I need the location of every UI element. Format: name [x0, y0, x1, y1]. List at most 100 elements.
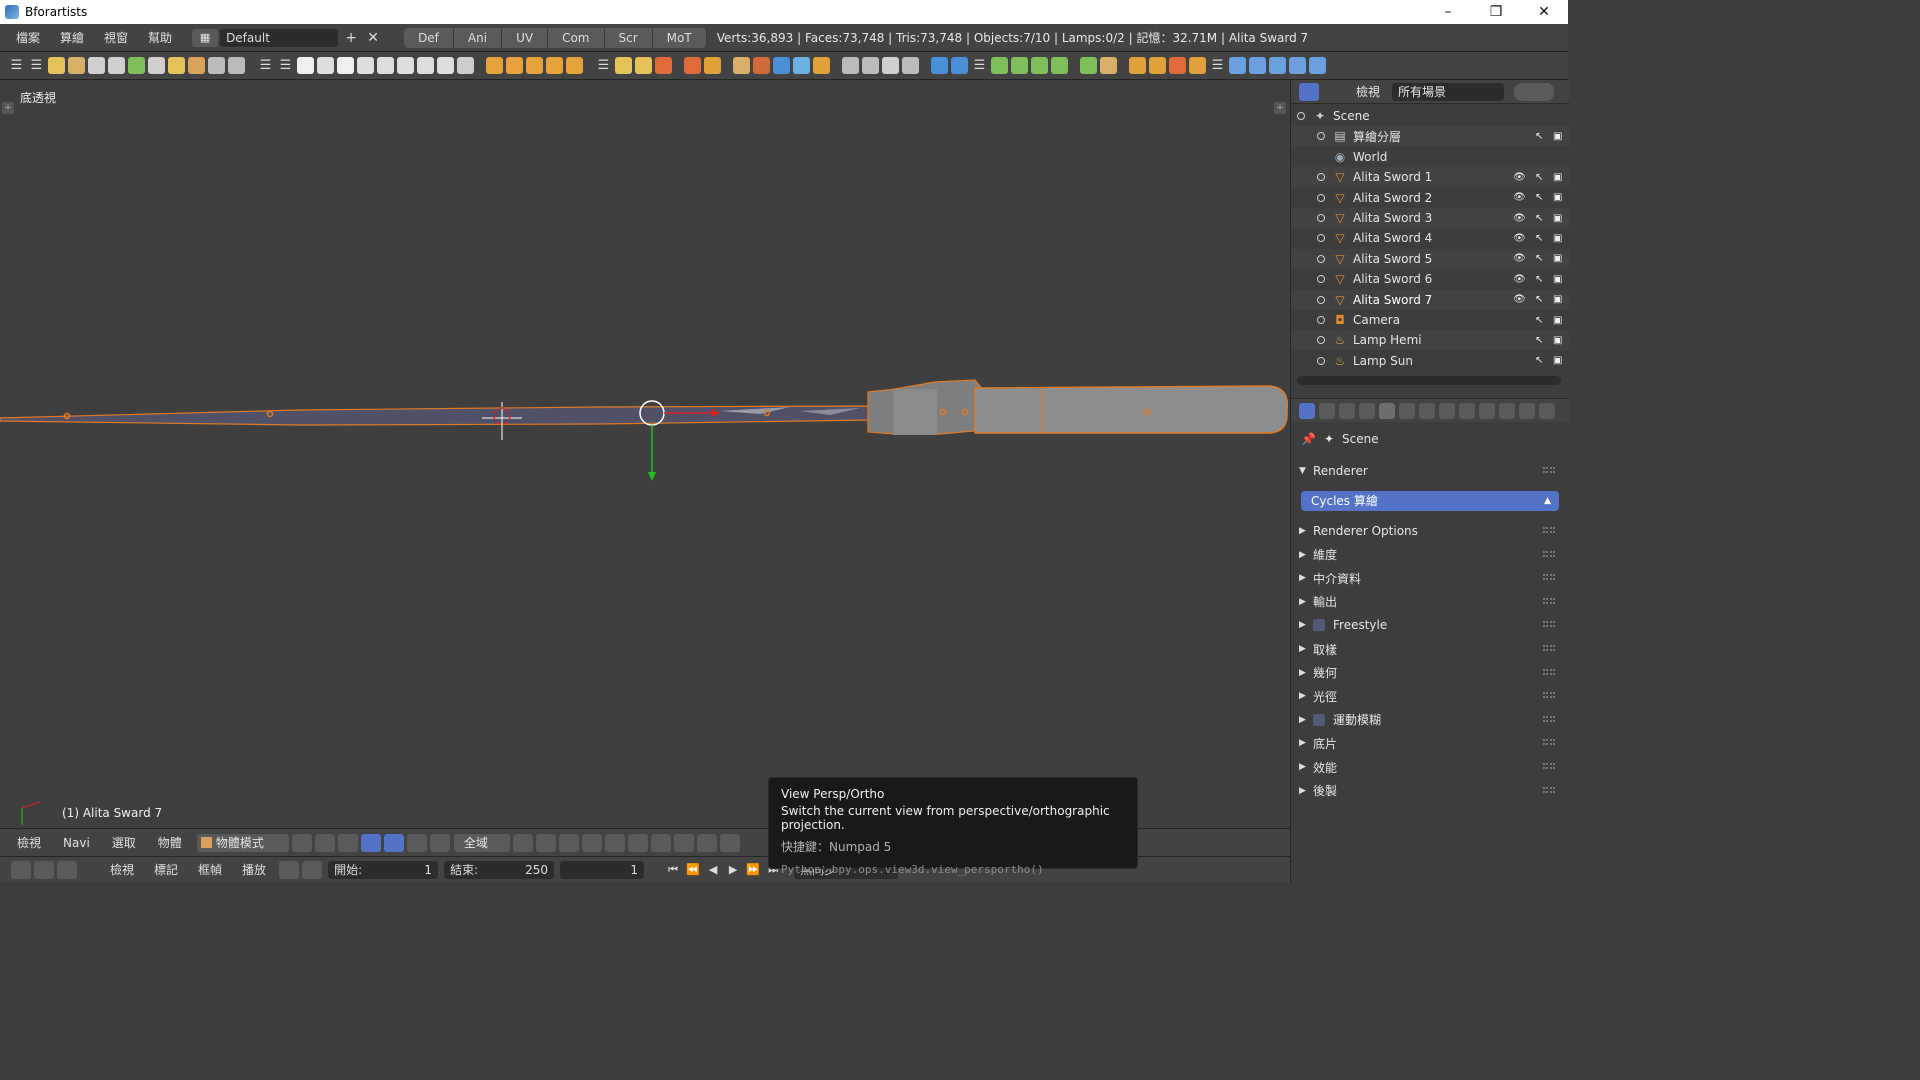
toolbar-tool-icon[interactable]	[1249, 57, 1266, 74]
drag-grip-icon[interactable]	[1543, 668, 1555, 675]
toolbar-tool-icon[interactable]	[951, 57, 968, 74]
texture-tab-icon[interactable]	[1519, 402, 1535, 419]
outliner-row[interactable]: ✦ Scene	[1291, 106, 1569, 126]
add-layout-icon[interactable]: +	[342, 29, 360, 47]
toolbar-tool-icon[interactable]	[188, 57, 205, 74]
selectability-icon[interactable]: ↖	[1535, 274, 1543, 285]
properties-editor-icon[interactable]	[1299, 402, 1315, 419]
visibility-icon[interactable]: 👁	[1513, 172, 1526, 183]
toolbar-tool-icon[interactable]	[566, 57, 583, 74]
toolbar-tool-icon[interactable]	[48, 57, 65, 74]
toolbar-tool-icon[interactable]	[842, 57, 859, 74]
tab-scr[interactable]: Scr	[604, 27, 653, 48]
menu-timeline-view[interactable]: 檢視	[100, 861, 144, 878]
menu-help[interactable]: 幫助	[138, 29, 182, 46]
expand-toggle-icon[interactable]	[1297, 112, 1305, 120]
toolbar-tool-icon[interactable]	[486, 57, 503, 74]
data-tab-icon[interactable]	[1479, 402, 1495, 419]
outliner-row[interactable]: ▽ Alita Sword 4 👁 ↖ ▣	[1291, 228, 1569, 248]
tab-def[interactable]: Def	[404, 27, 454, 48]
toolbar-tool-icon[interactable]	[902, 57, 919, 74]
toolbar-tool-icon[interactable]	[684, 57, 701, 74]
tab-mot[interactable]: MoT	[652, 27, 707, 48]
3d-viewport[interactable]: 底透視 + + (1) Alita Sward 7	[0, 80, 1290, 828]
drag-grip-icon[interactable]	[1543, 550, 1555, 557]
toolbar-tool-icon[interactable]	[991, 57, 1008, 74]
object-tab-icon[interactable]	[1419, 402, 1435, 419]
outliner-editor-icon[interactable]	[1299, 82, 1319, 101]
outliner-row[interactable]: ▽ Alita Sword 3 👁 ↖ ▣	[1291, 208, 1569, 228]
renderability-icon[interactable]: ▣	[1553, 253, 1562, 264]
expand-toggle-icon[interactable]	[1317, 295, 1325, 304]
selectability-icon[interactable]: ↖	[1535, 233, 1543, 244]
outliner-view-menu[interactable]: 檢視	[1356, 83, 1380, 100]
selectability-icon[interactable]: ↖	[1535, 172, 1543, 183]
outliner-scrollbar[interactable]	[1297, 376, 1561, 385]
menu-navi[interactable]: Navi	[52, 836, 101, 850]
toolbar-tool-icon[interactable]	[128, 57, 145, 74]
toolbar-tool-icon[interactable]	[615, 57, 632, 74]
properties-shelf-toggle-icon[interactable]: +	[1274, 102, 1286, 114]
screen-layout-icon[interactable]: ▦	[192, 28, 219, 47]
renderability-icon[interactable]: ▣	[1553, 335, 1562, 346]
renderability-icon[interactable]: ▣	[1553, 131, 1562, 142]
timeline-editor-icon[interactable]	[11, 860, 31, 879]
remove-layout-icon[interactable]: ✕	[364, 29, 382, 47]
outliner-row[interactable]: ♨ Lamp Sun ↖ ▣	[1291, 351, 1569, 371]
menu-markers[interactable]: 標記	[144, 861, 188, 878]
start-frame-field[interactable]: 開始: 1	[328, 860, 439, 879]
tab-com[interactable]: Com	[548, 27, 605, 48]
panel-collapsed[interactable]: ▶ 取樣	[1299, 638, 1561, 660]
panel-collapsed[interactable]: ▶ 效能	[1299, 756, 1561, 778]
visibility-icon[interactable]: 👁	[1513, 274, 1526, 285]
toolbar-tool-icon[interactable]	[168, 57, 185, 74]
menu-window[interactable]: 視窗	[94, 29, 138, 46]
panel-checkbox[interactable]	[1313, 619, 1325, 632]
drag-grip-icon[interactable]	[1543, 763, 1555, 769]
panel-renderer[interactable]: ▼ Renderer	[1299, 460, 1561, 482]
outliner-row[interactable]: ▤ 算繪分層 ↖ ▣	[1291, 126, 1569, 147]
selectability-icon[interactable]: ↖	[1535, 355, 1543, 366]
menu-file[interactable]: 檔案	[6, 29, 50, 46]
outliner-row[interactable]: ▽ Alita Sword 7 👁 ↖ ▣	[1291, 289, 1569, 310]
toolbar-tool-icon[interactable]	[931, 57, 948, 74]
dopesheet-icon[interactable]	[57, 860, 77, 879]
mode-select[interactable]: 物體模式	[196, 833, 289, 852]
renderability-icon[interactable]: ▣	[1553, 172, 1562, 183]
visibility-icon[interactable]: 👁	[1513, 233, 1526, 244]
toolbar-tool-icon[interactable]	[1289, 57, 1306, 74]
toolbar-menu-icon[interactable]: ☰	[28, 57, 45, 74]
outliner-row[interactable]: ◉ World	[1291, 147, 1569, 167]
renderability-icon[interactable]: ▣	[1553, 315, 1562, 326]
menu-playback[interactable]: 播放	[232, 861, 276, 878]
maximize-button[interactable]: ❐	[1472, 0, 1520, 24]
toolbar-tool-icon[interactable]	[68, 57, 85, 74]
expand-toggle-icon[interactable]	[1317, 234, 1325, 243]
selectability-icon[interactable]: ↖	[1535, 294, 1543, 305]
selectability-icon[interactable]: ↖	[1535, 253, 1543, 264]
toolbar-tool-icon[interactable]	[635, 57, 652, 74]
drag-grip-icon[interactable]	[1543, 786, 1555, 793]
toolbar-tool-icon[interactable]	[704, 57, 721, 74]
play-reverse-icon[interactable]: ◀	[704, 861, 722, 879]
expand-toggle-icon[interactable]	[1317, 132, 1325, 141]
constraints-tab-icon[interactable]	[1439, 402, 1455, 419]
selectability-icon[interactable]: ↖	[1535, 315, 1543, 326]
current-frame-field[interactable]: 1	[560, 860, 645, 879]
toolbar-tool-icon[interactable]	[148, 57, 165, 74]
panel-collapsed[interactable]: ▶ 後製	[1299, 780, 1561, 802]
visibility-icon[interactable]: 👁	[1513, 253, 1526, 264]
outliner-row[interactable]: ▽ Alita Sword 1 👁 ↖ ▣	[1291, 167, 1569, 188]
front-view-icon[interactable]	[673, 833, 694, 852]
panel-collapsed[interactable]: ▶ 運動模糊	[1299, 709, 1561, 731]
lock-icon[interactable]	[302, 860, 323, 879]
scale-icon[interactable]	[406, 833, 427, 852]
toolbar-tool-icon[interactable]	[655, 57, 672, 74]
timeline-menu-icon[interactable]	[80, 861, 100, 879]
properties-menu-icon[interactable]	[1319, 402, 1335, 419]
transform-orientation-icon[interactable]	[429, 833, 450, 852]
expand-toggle-icon[interactable]	[1317, 275, 1325, 284]
toolbar-tool-icon[interactable]	[317, 57, 334, 74]
tab-uv[interactable]: UV	[502, 27, 549, 48]
selectability-icon[interactable]: ↖	[1535, 131, 1543, 142]
